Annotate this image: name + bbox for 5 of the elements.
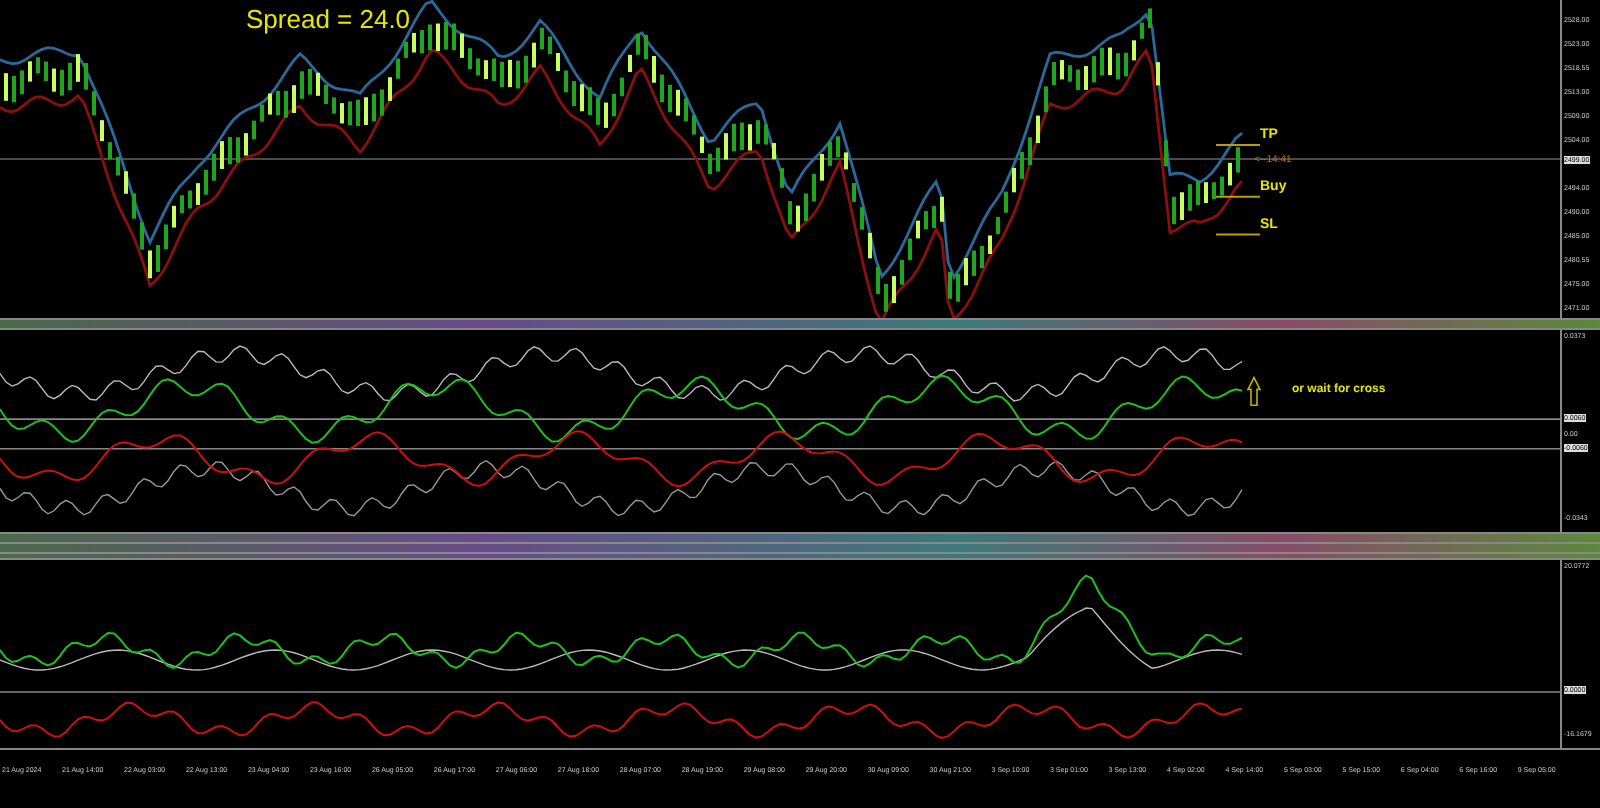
level-line: [1215, 195, 1261, 198]
level-line: [1215, 144, 1261, 147]
spread-label: Spread = 24.0: [246, 4, 411, 34]
up-arrow-icon: [1246, 375, 1262, 407]
level-line: [1215, 233, 1261, 236]
